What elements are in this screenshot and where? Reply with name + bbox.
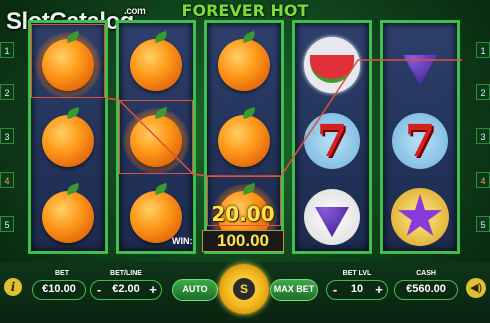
game-title: FOREVER HOT	[181, 1, 309, 20]
payline-number[interactable]: 1	[476, 42, 490, 58]
symbol-grapes	[295, 181, 369, 253]
watermark-suffix: .com	[124, 6, 146, 17]
cash-value: €560.00	[394, 280, 458, 300]
betline-minus-button[interactable]: -	[92, 281, 106, 299]
reel-5: 7	[380, 20, 460, 254]
symbol-orange	[207, 105, 281, 177]
spin-icon: S	[233, 278, 255, 300]
betline-plus-button[interactable]: +	[146, 281, 160, 299]
reel-4: 7	[292, 20, 372, 254]
win-highlight	[31, 24, 105, 98]
payline-number[interactable]: 5	[476, 216, 490, 232]
payline-number[interactable]: 4	[0, 172, 14, 188]
betlvl-minus-button[interactable]: -	[328, 281, 342, 299]
cash-label: CASH	[416, 270, 436, 277]
win-value: 100.00	[202, 230, 284, 252]
payline-number[interactable]: 3	[0, 128, 14, 144]
betlvl-plus-button[interactable]: +	[372, 281, 386, 299]
payline-number[interactable]: 4	[476, 172, 490, 188]
bet-value: €10.00	[32, 280, 86, 300]
win-label: WIN:	[172, 236, 193, 246]
symbol-orange	[119, 29, 193, 101]
payline-number[interactable]: 3	[476, 128, 490, 144]
betline-label: BET/LINE	[110, 270, 142, 277]
betline-value: €2.00	[112, 283, 140, 295]
symbol-watermelon	[295, 29, 369, 101]
symbol-orange	[207, 29, 281, 101]
payline-indicators-left: 1 2 3 4 5	[0, 30, 14, 232]
payline-number[interactable]: 1	[0, 42, 14, 58]
bet-label: BET	[55, 270, 69, 277]
win-highlight	[119, 100, 193, 174]
symbol-orange	[31, 105, 105, 177]
line-win-amount: 20.00	[211, 202, 275, 226]
symbol-seven: 7	[383, 105, 457, 177]
payline-number[interactable]: 2	[476, 84, 490, 100]
max-bet-button[interactable]: MAX BET	[270, 279, 318, 301]
symbol-orange	[31, 181, 105, 253]
sound-icon[interactable]: ◀)	[466, 278, 486, 298]
info-button[interactable]: i	[4, 278, 22, 296]
symbol-grapes	[383, 29, 457, 101]
payline-number[interactable]: 5	[0, 216, 14, 232]
auto-button[interactable]: AUTO	[172, 279, 218, 301]
payline-indicators-right: 1 2 3 4 5	[476, 30, 490, 232]
betlvl-value: 10	[350, 283, 364, 295]
total-win: WIN: 100.00	[172, 230, 286, 252]
betlvl-label: BET LVL	[342, 270, 372, 277]
payline-number[interactable]: 2	[0, 84, 14, 100]
spin-button[interactable]: S	[219, 264, 269, 314]
symbol-star	[383, 181, 457, 253]
symbol-seven: 7	[295, 105, 369, 177]
